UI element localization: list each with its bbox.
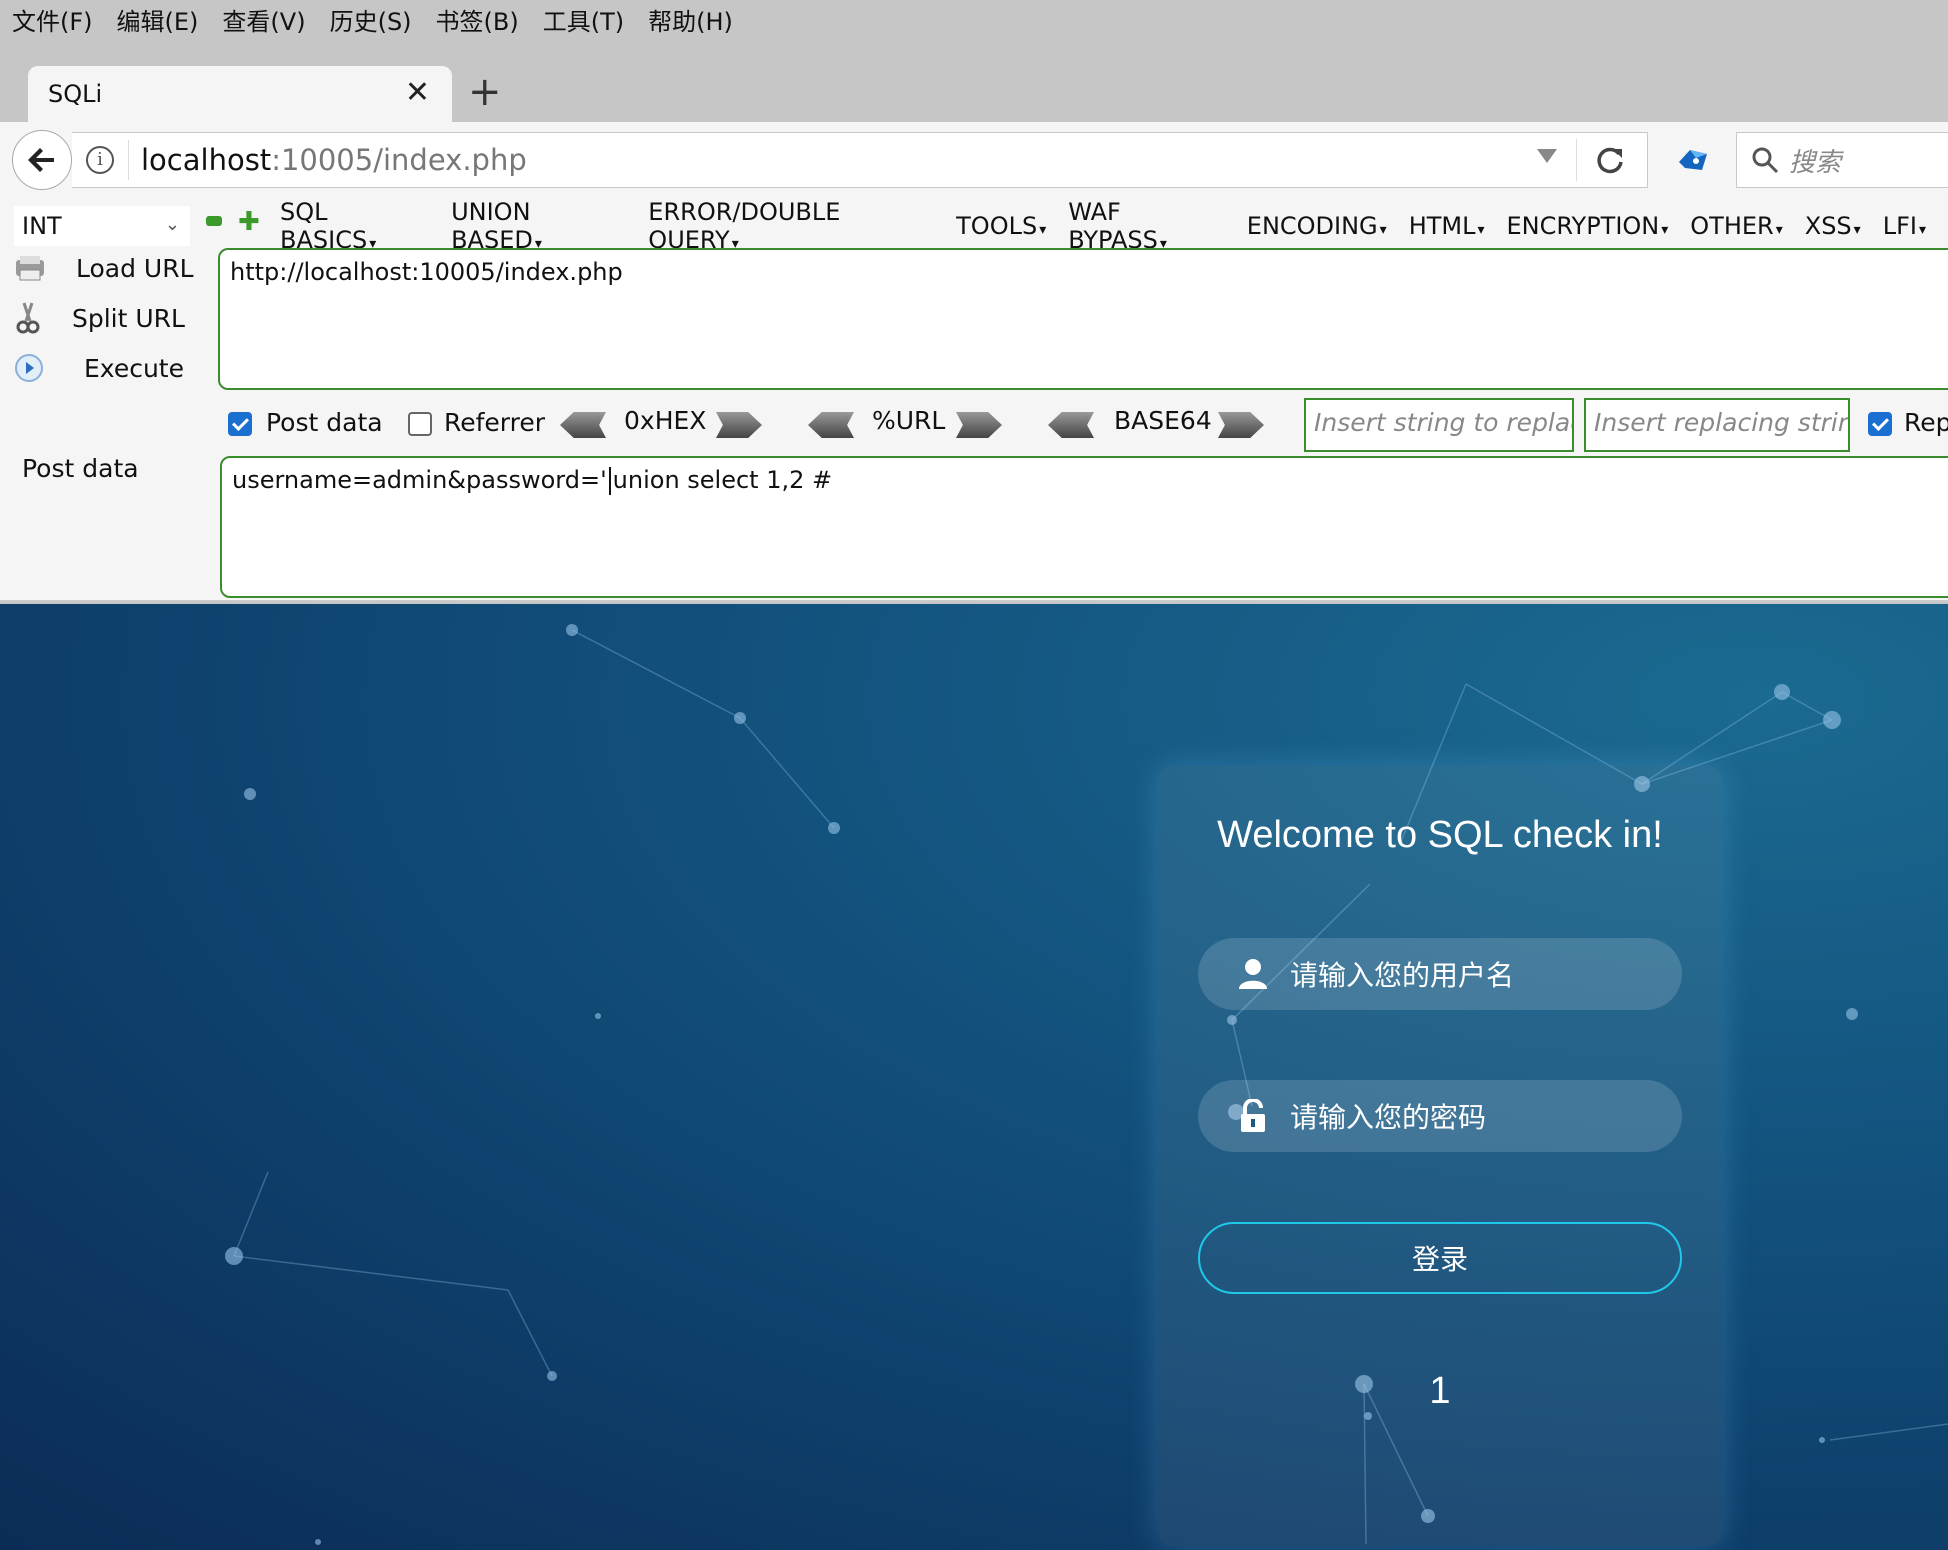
url-path: :10005/index.php: [271, 143, 527, 177]
base64-encode-arrow[interactable]: [1218, 412, 1264, 438]
lock-icon: [1241, 1099, 1265, 1132]
menu-bar: 文件(F) 编辑(E) 查看(V) 历史(S) 书签(B) 工具(T) 帮助(H…: [0, 0, 1948, 38]
url-textarea[interactable]: http://localhost:10005/index.php: [218, 248, 1948, 390]
extension-icon[interactable]: [1676, 144, 1710, 174]
hackbar-menus: SQL BASICS UNION BASED ERROR/DOUBLE QUER…: [280, 198, 1948, 254]
page-content: Welcome to SQL check in! 请输入您的用户名 请输入您的密…: [0, 604, 1948, 1550]
back-arrow-icon: [28, 148, 54, 172]
hex-label: 0xHEX: [624, 406, 707, 435]
hex-encode-arrow[interactable]: [716, 412, 762, 438]
tab-strip: SQLi ✕ +: [0, 38, 1948, 122]
menu-error-double-query[interactable]: ERROR/DOUBLE QUERY: [648, 198, 934, 254]
chevron-down-icon: ⌄: [164, 214, 180, 235]
menu-html[interactable]: HTML: [1409, 212, 1485, 240]
dropdown-icon[interactable]: [1537, 149, 1557, 163]
replace-string-input[interactable]: Insert string to replace: [1304, 398, 1574, 452]
navigation-bar: i localhost:10005/index.php 搜索: [0, 122, 1948, 200]
menu-edit[interactable]: 编辑(E): [117, 2, 199, 37]
decrease-button[interactable]: [206, 216, 222, 226]
referrer-checkbox-label: Referrer: [444, 408, 546, 437]
text-caret: [608, 467, 611, 495]
search-bar[interactable]: 搜索: [1736, 132, 1948, 188]
username-field[interactable]: 请输入您的用户名: [1198, 938, 1682, 1010]
menu-encoding[interactable]: ENCODING: [1247, 212, 1387, 240]
options-row: Post data Referrer 0xHEX %URL BASE64 Ins…: [226, 398, 1948, 452]
username-placeholder: 请输入您的用户名: [1290, 959, 1515, 992]
base64-label: BASE64: [1114, 406, 1212, 435]
menu-union-based[interactable]: UNION BASED: [451, 198, 626, 254]
injection-type-select[interactable]: INT ⌄: [14, 206, 190, 246]
close-tab-icon[interactable]: ✕: [405, 78, 430, 108]
post-data-checkbox-label: Post data: [266, 408, 383, 437]
login-card: Welcome to SQL check in! 请输入您的用户名 请输入您的密…: [1158, 766, 1722, 1546]
post-value-before: username=admin&password=': [232, 466, 607, 494]
menu-history[interactable]: 历史(S): [330, 2, 412, 37]
url-host: localhost: [141, 143, 272, 177]
split-url-icon: [16, 302, 40, 334]
new-tab-button[interactable]: +: [468, 72, 502, 112]
hex-decode-arrow[interactable]: [560, 412, 606, 438]
menu-help[interactable]: 帮助(H): [648, 2, 733, 37]
base64-decode-arrow[interactable]: [1048, 412, 1094, 438]
menu-encryption[interactable]: ENCRYPTION: [1507, 212, 1669, 240]
execute-button[interactable]: Execute: [14, 348, 184, 388]
increase-button[interactable]: ✚: [238, 209, 260, 235]
info-icon[interactable]: i: [86, 146, 114, 174]
tab-sqli[interactable]: SQLi ✕: [28, 66, 452, 122]
reload-icon[interactable]: [1595, 145, 1625, 175]
url-encode-label: %URL: [872, 406, 946, 435]
menu-other[interactable]: OTHER: [1690, 212, 1782, 240]
injection-type-value: INT: [22, 212, 62, 240]
replace-all-label: Rep: [1904, 408, 1948, 437]
url-separator-2: [1576, 139, 1577, 181]
login-button[interactable]: 登录: [1198, 1222, 1682, 1294]
referrer-checkbox[interactable]: [408, 412, 432, 436]
url-text[interactable]: localhost:10005/index.php: [141, 143, 527, 177]
replace-all-checkbox[interactable]: [1868, 412, 1892, 436]
post-data-checkbox[interactable]: [228, 412, 252, 436]
password-placeholder: 请输入您的密码: [1290, 1101, 1487, 1134]
menu-file[interactable]: 文件(F): [12, 2, 93, 37]
execute-icon: [15, 354, 43, 382]
post-value-after: union select 1,2 #: [612, 466, 833, 494]
load-url-label: Load URL: [76, 253, 194, 283]
menu-bookmarks[interactable]: 书签(B): [436, 2, 519, 37]
search-placeholder: 搜索: [1789, 147, 1842, 178]
back-button[interactable]: [12, 130, 72, 190]
split-url-label: Split URL: [72, 303, 185, 333]
load-url-icon: [16, 256, 44, 281]
menu-sql-basics[interactable]: SQL BASICS: [280, 198, 429, 254]
post-data-label: Post data: [22, 454, 139, 483]
search-icon: [1752, 147, 1779, 174]
menu-lfi[interactable]: LFI: [1883, 212, 1926, 240]
url-decode-arrow[interactable]: [808, 412, 854, 438]
menu-tools-hb[interactable]: TOOLS: [956, 212, 1046, 240]
post-data-textarea[interactable]: username=admin&password=' union select 1,…: [220, 456, 1948, 598]
address-bar[interactable]: i localhost:10005/index.php: [72, 132, 1648, 188]
split-url-button[interactable]: Split URL: [14, 298, 185, 338]
page-title: Welcome to SQL check in!: [1217, 814, 1663, 856]
load-url-button[interactable]: Load URL: [14, 248, 194, 288]
url-encode-arrow[interactable]: [956, 412, 1002, 438]
tab-title: SQLi: [48, 80, 103, 108]
menu-waf-bypass[interactable]: WAF BYPASS: [1068, 198, 1225, 254]
password-field[interactable]: 请输入您的密码: [1198, 1080, 1682, 1152]
menu-tools[interactable]: 工具(T): [543, 2, 624, 37]
menu-view[interactable]: 查看(V): [222, 2, 305, 37]
menu-xss[interactable]: XSS: [1805, 212, 1861, 240]
execute-label: Execute: [84, 353, 184, 383]
hackbar-panel: INT ⌄ ✚ SQL BASICS UNION BASED ERROR/DOU…: [0, 198, 1948, 602]
replacing-string-input[interactable]: Insert replacing string: [1584, 398, 1850, 452]
url-separator: [128, 140, 129, 180]
query-result: 1: [1429, 1370, 1451, 1412]
user-icon: [1239, 959, 1267, 989]
